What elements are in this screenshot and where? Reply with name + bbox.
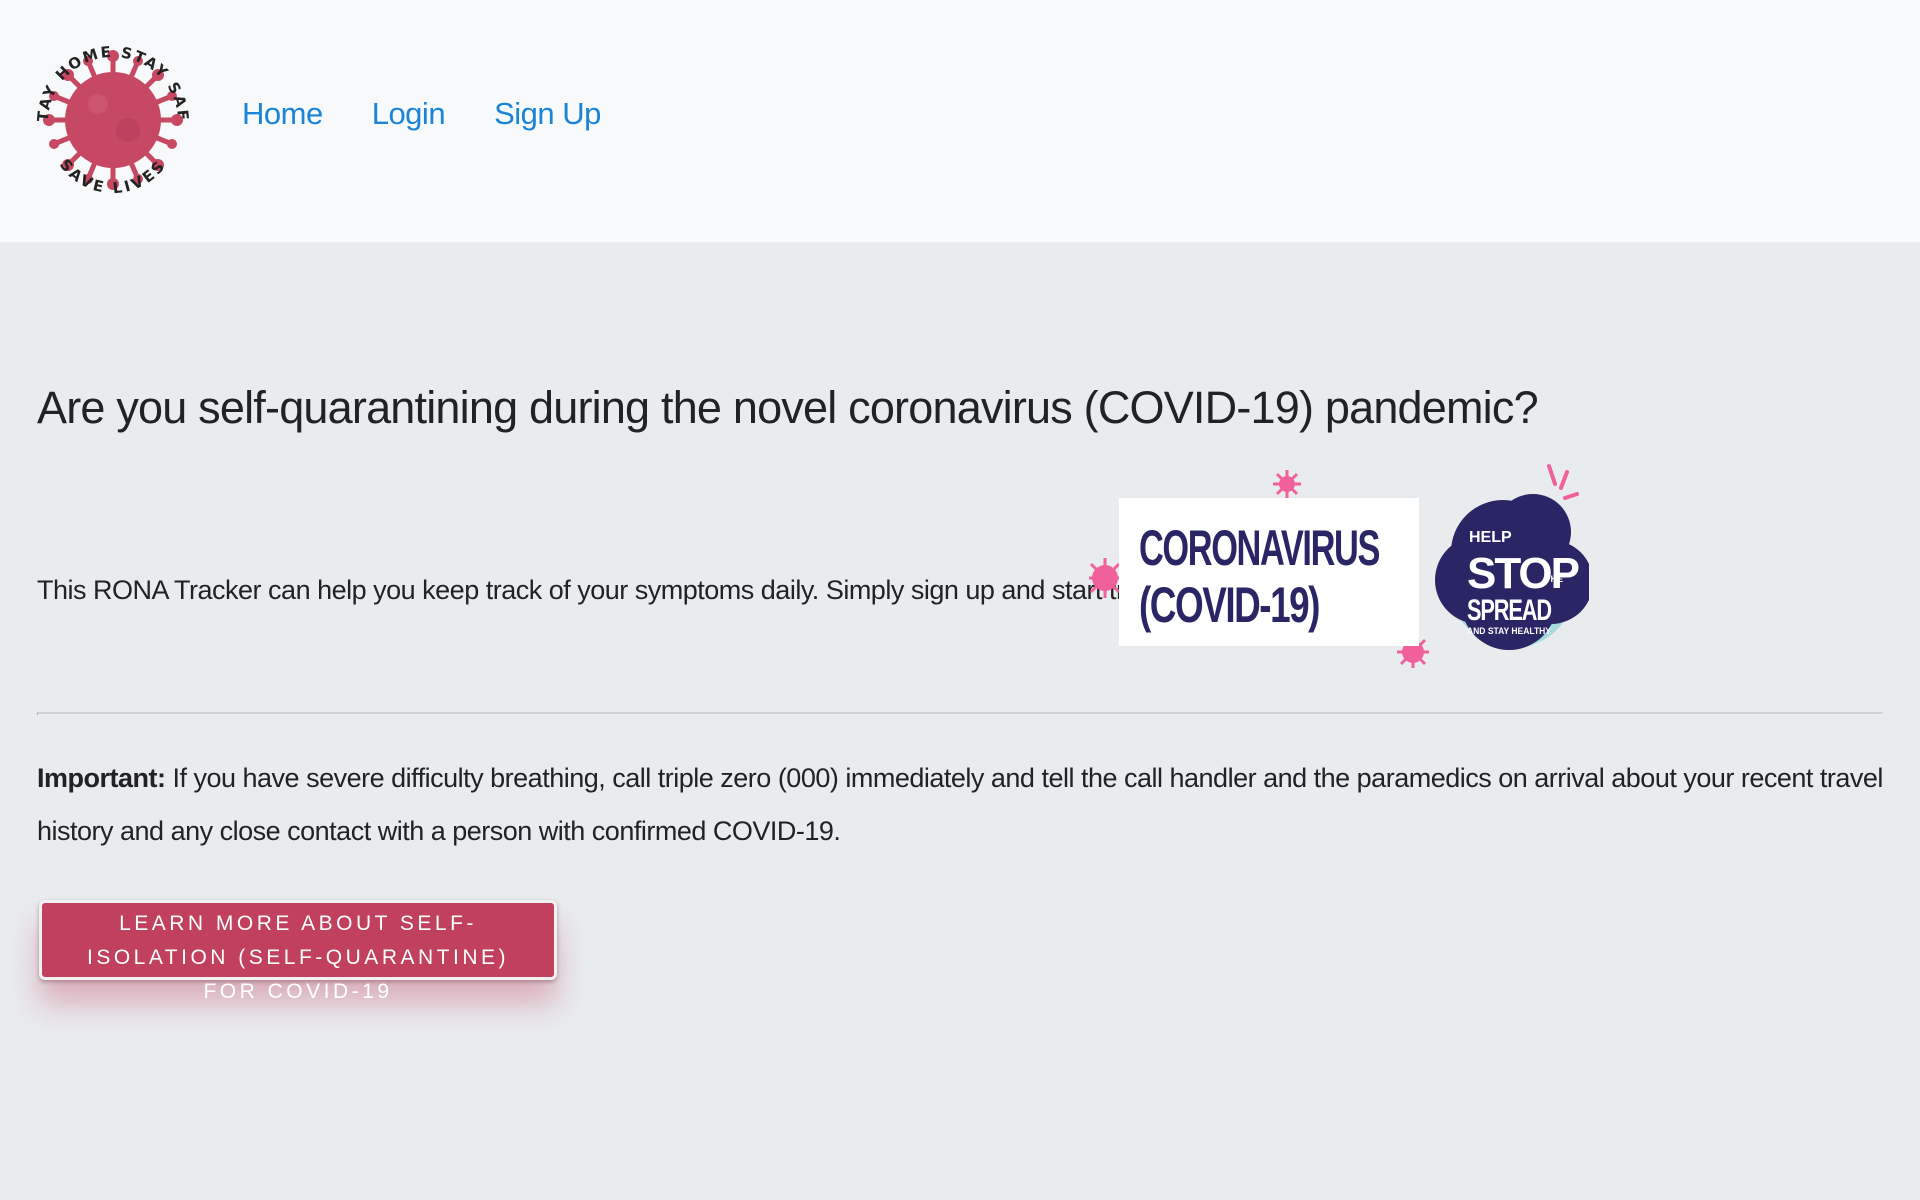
nav-login-link[interactable]: Login bbox=[372, 96, 446, 132]
badge-stay-healthy: AND STAY HEALTHY bbox=[1467, 626, 1551, 636]
banner-title-line2: (COVID-19) bbox=[1139, 577, 1319, 633]
important-notice: Important: If you have severe difficulty… bbox=[37, 752, 1883, 858]
badge-spread: SPREAD bbox=[1467, 594, 1552, 627]
important-text: If you have severe difficulty breathing,… bbox=[37, 763, 1883, 846]
nav-links: Home Login Sign Up bbox=[242, 96, 650, 132]
nav-signup-link[interactable]: Sign Up bbox=[494, 96, 601, 132]
important-label: Important: bbox=[37, 763, 166, 793]
badge-the: THE bbox=[1545, 574, 1563, 584]
banner-title-line1: CORONAVIRUS bbox=[1139, 520, 1379, 576]
nav-home-link[interactable]: Home bbox=[242, 96, 323, 132]
navbar: STAY HOME STAY SAFE SAVE LIVES Home Logi… bbox=[0, 0, 1920, 242]
learn-more-button[interactable]: Learn more about self-isolation (self-qu… bbox=[39, 900, 557, 1003]
badge-help: HELP bbox=[1469, 529, 1512, 546]
lead-row: This RONA Tracker can help you keep trac… bbox=[37, 462, 1883, 682]
stay-home-logo[interactable]: STAY HOME STAY SAFE SAVE LIVES bbox=[28, 12, 198, 224]
lead-text: This RONA Tracker can help you keep trac… bbox=[37, 575, 1207, 605]
divider bbox=[37, 712, 1883, 715]
page-title: Are you self-quarantining during the nov… bbox=[37, 382, 1539, 433]
stop-spread-badge: HELP STOP THE SPREAD AND STAY HEALTHY bbox=[1435, 494, 1589, 650]
covid-stop-spread-banner: CORONAVIRUS (COVID-19) HELP STOP THE SPR… bbox=[1089, 464, 1589, 668]
